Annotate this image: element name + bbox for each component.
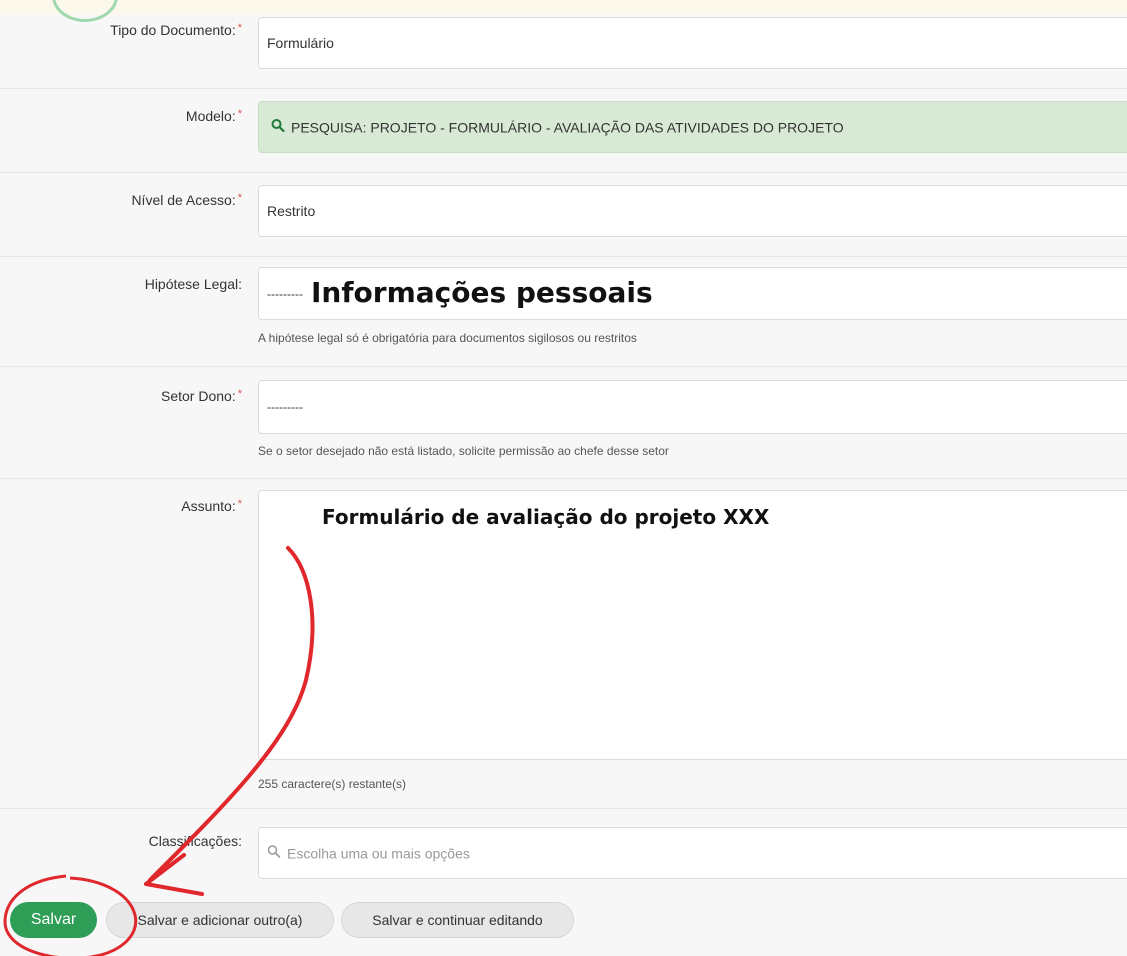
classificacoes-label: Classificações: xyxy=(149,833,242,849)
setor-dono-label: Setor Dono: * xyxy=(161,388,242,404)
assunto-label: Assunto: * xyxy=(181,498,242,514)
row-nivel-acesso: Nível de Acesso: * Restrito xyxy=(0,172,1127,257)
modelo-select[interactable]: PESQUISA: PROJETO - FORMULÁRIO - AVALIAÇ… xyxy=(258,101,1127,153)
setor-dono-label-text: Setor Dono: xyxy=(161,388,236,404)
hipotese-legal-label: Hipótese Legal: xyxy=(145,276,242,292)
nivel-acesso-label: Nível de Acesso: * xyxy=(131,192,242,208)
assunto-char-counter: 255 caractere(s) restante(s) xyxy=(258,777,407,791)
required-mark: * xyxy=(237,22,242,34)
row-hipotese-legal: Hipótese Legal: --------- A hipótese leg… xyxy=(0,256,1127,367)
required-mark: * xyxy=(237,498,242,510)
row-setor-dono: Setor Dono: * --------- Se o setor deseja… xyxy=(0,366,1127,479)
tipo-documento-label: Tipo do Documento: * xyxy=(110,22,242,38)
modelo-value: PESQUISA: PROJETO - FORMULÁRIO - AVALIAÇ… xyxy=(291,119,844,135)
salvar-button[interactable]: Salvar xyxy=(10,902,97,938)
nivel-acesso-value: Restrito xyxy=(267,203,316,219)
assunto-label-text: Assunto: xyxy=(181,498,236,514)
modelo-label-text: Modelo: xyxy=(185,108,236,124)
required-mark: * xyxy=(237,192,242,204)
overlay-assunto-text: Formulário de avaliação do projeto XXX xyxy=(322,505,770,529)
annotation-arrow-head xyxy=(144,853,204,896)
overlay-informacoes-pessoais: Informações pessoais xyxy=(311,276,653,309)
assunto-textarea[interactable] xyxy=(258,490,1127,760)
setor-dono-value: --------- xyxy=(267,400,303,414)
search-icon xyxy=(271,119,285,136)
nivel-acesso-label-text: Nível de Acesso: xyxy=(131,192,236,208)
modelo-label: Modelo: * xyxy=(186,108,242,124)
search-icon xyxy=(267,845,281,862)
setor-dono-help: Se o setor desejado não está listado, so… xyxy=(258,444,669,458)
required-mark: * xyxy=(237,388,242,400)
salvar-continuar-button[interactable]: Salvar e continuar editando xyxy=(341,902,574,938)
salvar-adicionar-button[interactable]: Salvar e adicionar outro(a) xyxy=(106,902,334,938)
classificacoes-placeholder: Escolha uma ou mais opções xyxy=(287,845,470,861)
classificacoes-multiselect[interactable]: Escolha uma ou mais opções xyxy=(258,827,1127,879)
row-modelo: Modelo: * PESQUISA: PROJETO - FORMULÁRIO … xyxy=(0,88,1127,173)
hipotese-legal-help: A hipótese legal só é obrigatória para d… xyxy=(258,331,637,345)
classificacoes-label-text: Classificações: xyxy=(148,833,242,849)
row-classificacoes xyxy=(0,808,1127,818)
row-tipo-documento: Tipo do Documento: * Formulário xyxy=(0,0,1127,89)
tipo-documento-label-text: Tipo do Documento: xyxy=(110,22,236,38)
hipotese-legal-value: --------- xyxy=(267,286,303,301)
nivel-acesso-select[interactable]: Restrito xyxy=(258,185,1127,237)
tipo-documento-value: Formulário xyxy=(267,35,334,51)
required-mark: * xyxy=(237,108,242,120)
setor-dono-select[interactable]: --------- xyxy=(258,380,1127,434)
tipo-documento-select[interactable]: Formulário xyxy=(258,17,1127,69)
hipotese-legal-label-text: Hipótese Legal: xyxy=(144,276,242,292)
